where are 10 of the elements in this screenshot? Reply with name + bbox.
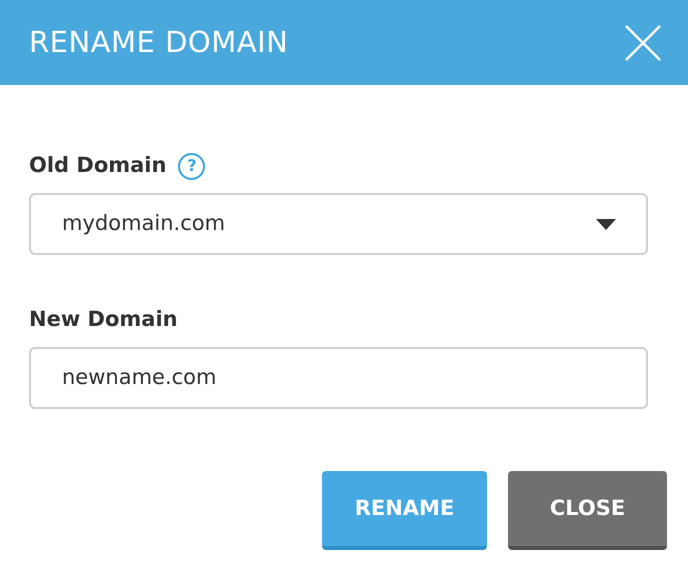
rename-button[interactable]: RENAME (322, 471, 487, 550)
input-field[interactable]: newname.com (29, 347, 648, 409)
dialog-title: RENAME DOMAIN (29, 24, 288, 61)
caret-icon (596, 218, 616, 230)
close-icon[interactable] (624, 24, 662, 62)
domain-dropdown[interactable]: mydomain.com (29, 193, 648, 255)
close-button[interactable]: CLOSE (508, 471, 667, 550)
field-label: Old Domain (29, 152, 166, 180)
help-icon[interactable]: ? (178, 152, 206, 180)
field-label: New Domain (29, 306, 178, 334)
